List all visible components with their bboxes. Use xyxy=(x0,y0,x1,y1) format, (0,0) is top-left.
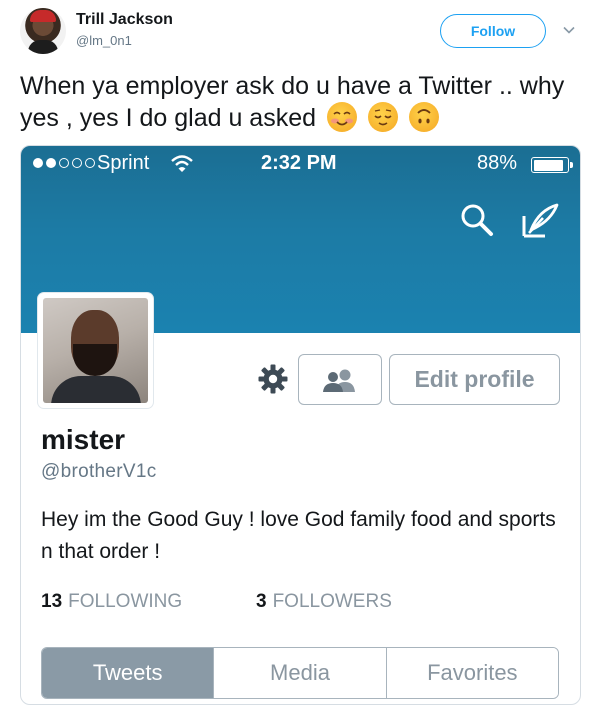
attached-screenshot[interactable]: Sprint 2:32 PM 88% Edit profile mister @… xyxy=(20,145,581,705)
author-avatar[interactable] xyxy=(20,8,66,54)
follow-people-button[interactable] xyxy=(298,354,382,405)
profile-bio: Hey im the Good Guy ! love God family fo… xyxy=(41,508,556,563)
people-icon xyxy=(323,369,355,392)
smiling-face-with-blush-icon xyxy=(326,102,357,132)
carrier-name: Sprint xyxy=(97,152,150,174)
following-count: 13 xyxy=(41,591,63,612)
profile-name: mister xyxy=(41,424,126,455)
signal-strength-icon xyxy=(33,158,95,168)
tweet-text: When ya employer ask do u have a Twitter… xyxy=(20,70,580,134)
status-time: 2:32 PM xyxy=(261,152,337,174)
battery-icon xyxy=(531,157,569,173)
chevron-down-icon[interactable] xyxy=(563,24,575,36)
following-stat[interactable]: 13 FOLLOWING xyxy=(41,591,182,613)
relieved-face-icon xyxy=(367,102,398,132)
followers-stat[interactable]: 3 FOLLOWERS xyxy=(256,591,392,613)
search-icon[interactable] xyxy=(459,202,495,238)
followers-count: 3 xyxy=(256,591,267,612)
author-handle[interactable]: @lm_0n1 xyxy=(76,33,132,48)
follow-button[interactable]: Follow xyxy=(440,14,546,48)
profile-tabs: Tweets Media Favorites xyxy=(41,647,559,699)
tab-favorites[interactable]: Favorites xyxy=(385,648,558,698)
phone-status-bar: Sprint 2:32 PM 88% xyxy=(21,146,580,182)
tweet-body: When ya employer ask do u have a Twitter… xyxy=(20,72,565,132)
tab-tweets[interactable]: Tweets xyxy=(42,648,214,698)
compose-icon[interactable] xyxy=(521,202,561,240)
battery-tip xyxy=(570,162,573,168)
edit-profile-button[interactable]: Edit profile xyxy=(389,354,560,405)
tweet-header: Trill Jackson @lm_0n1 Follow xyxy=(0,0,592,62)
upside-down-face-icon xyxy=(408,102,439,132)
gear-icon[interactable] xyxy=(257,363,289,395)
author-name[interactable]: Trill Jackson xyxy=(76,11,173,29)
profile-handle: @brotherV1c xyxy=(41,461,157,482)
profile-photo xyxy=(43,298,148,403)
profile-avatar[interactable] xyxy=(38,293,153,408)
battery-percent: 88% xyxy=(477,152,518,174)
wifi-icon xyxy=(171,155,193,172)
following-label: FOLLOWING xyxy=(68,591,183,612)
tab-media[interactable]: Media xyxy=(213,648,386,698)
followers-label: FOLLOWERS xyxy=(272,591,392,612)
